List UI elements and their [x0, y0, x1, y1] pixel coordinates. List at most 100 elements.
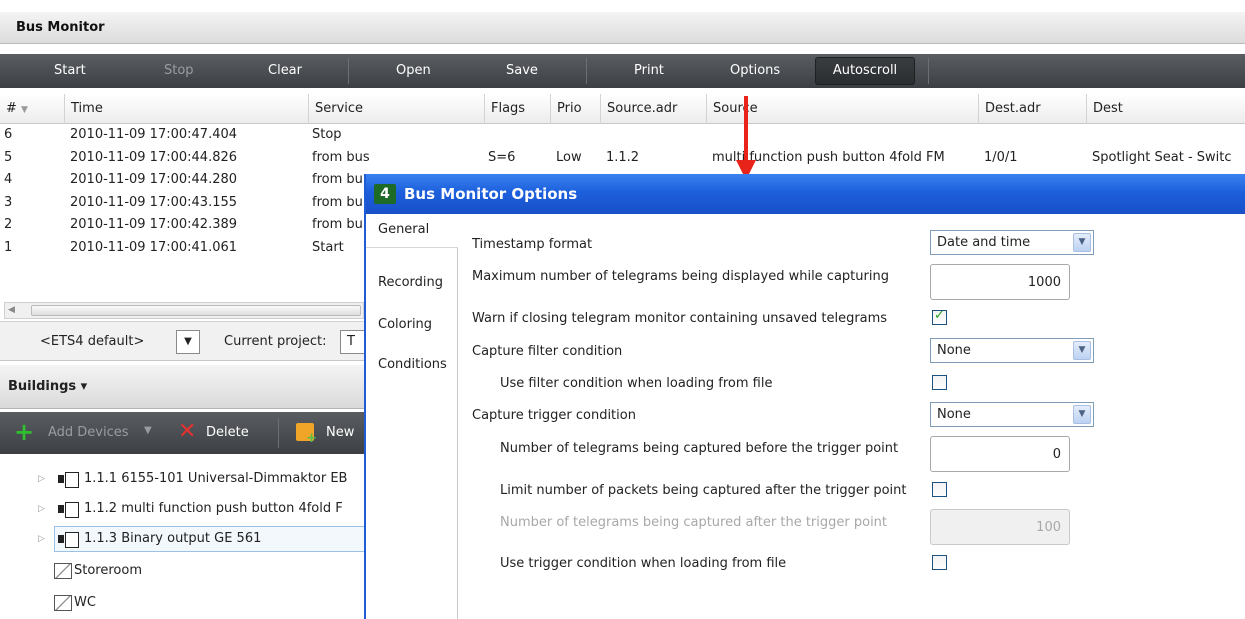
column-header-service[interactable]: Service [308, 94, 484, 124]
before-trigger-label: Number of telegrams being captured befor… [500, 441, 899, 456]
column-header-time[interactable]: Time [64, 94, 308, 124]
cell-num: 4 [4, 172, 13, 187]
expand-arrow-icon[interactable]: ▷ [38, 526, 45, 552]
use-filter-checkbox[interactable] [932, 375, 947, 390]
use-trigger-checkbox[interactable] [932, 555, 947, 570]
max-telegrams-label: Maximum number of telegrams being displa… [472, 269, 889, 284]
cell-flags: S=6 [488, 149, 516, 165]
cell-service: Stop [312, 127, 342, 142]
after-trigger-input[interactable]: 100 [930, 509, 1070, 545]
column-header-source-adr[interactable]: Source.adr [600, 94, 706, 124]
warn-unsaved-label: Warn if closing telegram monitor contain… [472, 311, 888, 326]
capture-trigger-select[interactable]: None ▼ [930, 402, 1094, 427]
filter-preset-dropdown[interactable]: ▼ [176, 330, 200, 354]
nav-recording[interactable]: Recording [378, 275, 443, 290]
save-button[interactable]: Save [506, 54, 538, 88]
cell-time: 2010-11-09 17:00:42.389 [70, 217, 238, 232]
column-header-prio[interactable]: Prio [550, 94, 600, 124]
cell-service: from bus [312, 149, 370, 165]
chevron-down-icon[interactable]: ▼ [144, 425, 152, 436]
tree-item-room[interactable]: WC [0, 590, 370, 616]
table-row[interactable]: 5 2010-11-09 17:00:44.826 from bus S=6 L… [0, 147, 1245, 170]
warn-unsaved-checkbox[interactable] [932, 308, 947, 325]
print-button[interactable]: Print [634, 54, 664, 88]
before-trigger-input[interactable]: 0 [930, 436, 1070, 472]
capture-filter-value: None [937, 343, 971, 358]
cell-prio: Low [556, 149, 582, 165]
tree-item-device[interactable]: ▷ 1.1.2 multi function push button 4fold… [0, 496, 370, 522]
capture-filter-select[interactable]: None ▼ [930, 338, 1094, 363]
use-filter-label: Use filter condition when loading from f… [500, 376, 773, 391]
tree-item-label: WC [74, 595, 96, 610]
column-header-dest[interactable]: Dest [1086, 94, 1245, 124]
cell-num: 5 [4, 149, 13, 165]
limit-packets-checkbox[interactable] [932, 482, 947, 497]
buildings-header[interactable]: Buildings ▾ [0, 365, 370, 409]
cell-num: 3 [4, 194, 13, 210]
chevron-down-icon[interactable]: ▼ [1073, 341, 1091, 360]
cell-time: 2010-11-09 17:00:47.404 [70, 127, 238, 142]
capture-trigger-value: None [937, 407, 971, 422]
expand-arrow-icon[interactable]: ▷ [38, 466, 45, 492]
tree-item-label: Storeroom [74, 563, 142, 578]
table-row[interactable]: 6 2010-11-09 17:00:47.404 Stop [0, 124, 1245, 147]
room-icon [54, 595, 72, 611]
timestamp-format-value: Date and time [937, 235, 1031, 250]
telegram-grid-header: # ▼ Time Service Flags Prio Source.adr S… [0, 94, 1245, 124]
max-telegrams-input[interactable]: 1000 [930, 264, 1070, 300]
expand-arrow-icon[interactable]: ▷ [38, 496, 45, 522]
open-button[interactable]: Open [396, 54, 431, 88]
chevron-down-icon: ▼ [184, 336, 192, 347]
cell-time: 2010-11-09 17:00:41.061 [70, 239, 238, 255]
cell-num: 1 [4, 239, 13, 255]
cell-service: from bu [312, 194, 363, 210]
scroll-left-icon[interactable]: ◀ [8, 305, 15, 315]
tree-item-label: 1.1.3 Binary output GE 561 [84, 531, 262, 546]
start-button[interactable]: Start [54, 54, 86, 88]
tree-item-label: 1.1.1 6155-101 Universal-Dimmaktor EB [84, 471, 348, 486]
column-header-dest-adr[interactable]: Dest.adr [978, 94, 1086, 124]
new-icon [296, 423, 317, 446]
new-button[interactable]: New [326, 425, 354, 440]
column-header-num[interactable]: # ▼ [0, 94, 64, 124]
nav-conditions[interactable]: Conditions [378, 357, 447, 372]
add-devices-button[interactable]: Add Devices [48, 425, 129, 440]
bus-monitor-options-dialog: 4 Bus Monitor Options General Recording … [364, 174, 1245, 619]
cell-service: from bu [312, 217, 363, 232]
use-trigger-label: Use trigger condition when loading from … [500, 556, 787, 571]
tree-item-room[interactable]: Storeroom [0, 558, 370, 584]
cell-num: 6 [4, 127, 13, 142]
scrollbar-thumb[interactable] [31, 305, 361, 316]
horizontal-scrollbar[interactable]: ◀ [4, 302, 364, 319]
cell-time: 2010-11-09 17:00:44.280 [70, 172, 238, 187]
cell-source-adr: 1.1.2 [606, 149, 640, 165]
nav-general[interactable]: General [366, 214, 458, 248]
ets4-logo-icon: 4 [374, 184, 396, 204]
cell-time: 2010-11-09 17:00:43.155 [70, 194, 238, 210]
options-button[interactable]: Options [730, 54, 780, 88]
column-header-flags[interactable]: Flags [484, 94, 550, 124]
clear-button[interactable]: Clear [268, 54, 302, 88]
chevron-down-icon[interactable]: ▼ [1073, 233, 1091, 252]
cell-num: 2 [4, 217, 13, 232]
toolbar-separator [278, 418, 279, 448]
stop-button[interactable]: Stop [164, 54, 194, 88]
tree-item-device[interactable]: ▷ 1.1.3 Binary output GE 561 [0, 526, 370, 552]
autoscroll-toggle[interactable]: Autoscroll [815, 57, 915, 85]
capture-filter-label: Capture filter condition [472, 344, 623, 359]
nav-coloring[interactable]: Coloring [378, 317, 432, 332]
room-icon [54, 563, 72, 579]
cell-dest: Spotlight Seat - Switc [1092, 149, 1232, 165]
tree-item-device[interactable]: ▷ 1.1.1 6155-101 Universal-Dimmaktor EB [0, 466, 370, 492]
device-icon [58, 472, 80, 488]
buildings-toolbar: + Add Devices ▼ ✕ Delete New [0, 412, 370, 454]
timestamp-format-select[interactable]: Date and time ▼ [930, 230, 1094, 255]
filter-preset[interactable]: <ETS4 default> [40, 334, 144, 349]
tree-item-label: 1.1.2 multi function push button 4fold F [84, 501, 343, 516]
filter-bar: <ETS4 default> ▼ Current project: T [0, 321, 380, 361]
dialog-nav: General Recording Coloring Conditions [366, 214, 458, 619]
chevron-down-icon[interactable]: ▼ [1073, 405, 1091, 424]
dialog-title-bar[interactable]: 4 Bus Monitor Options [366, 174, 1245, 214]
delete-button[interactable]: Delete [206, 425, 249, 440]
buildings-tree: ▷ 1.1.1 6155-101 Universal-Dimmaktor EB … [0, 454, 370, 619]
